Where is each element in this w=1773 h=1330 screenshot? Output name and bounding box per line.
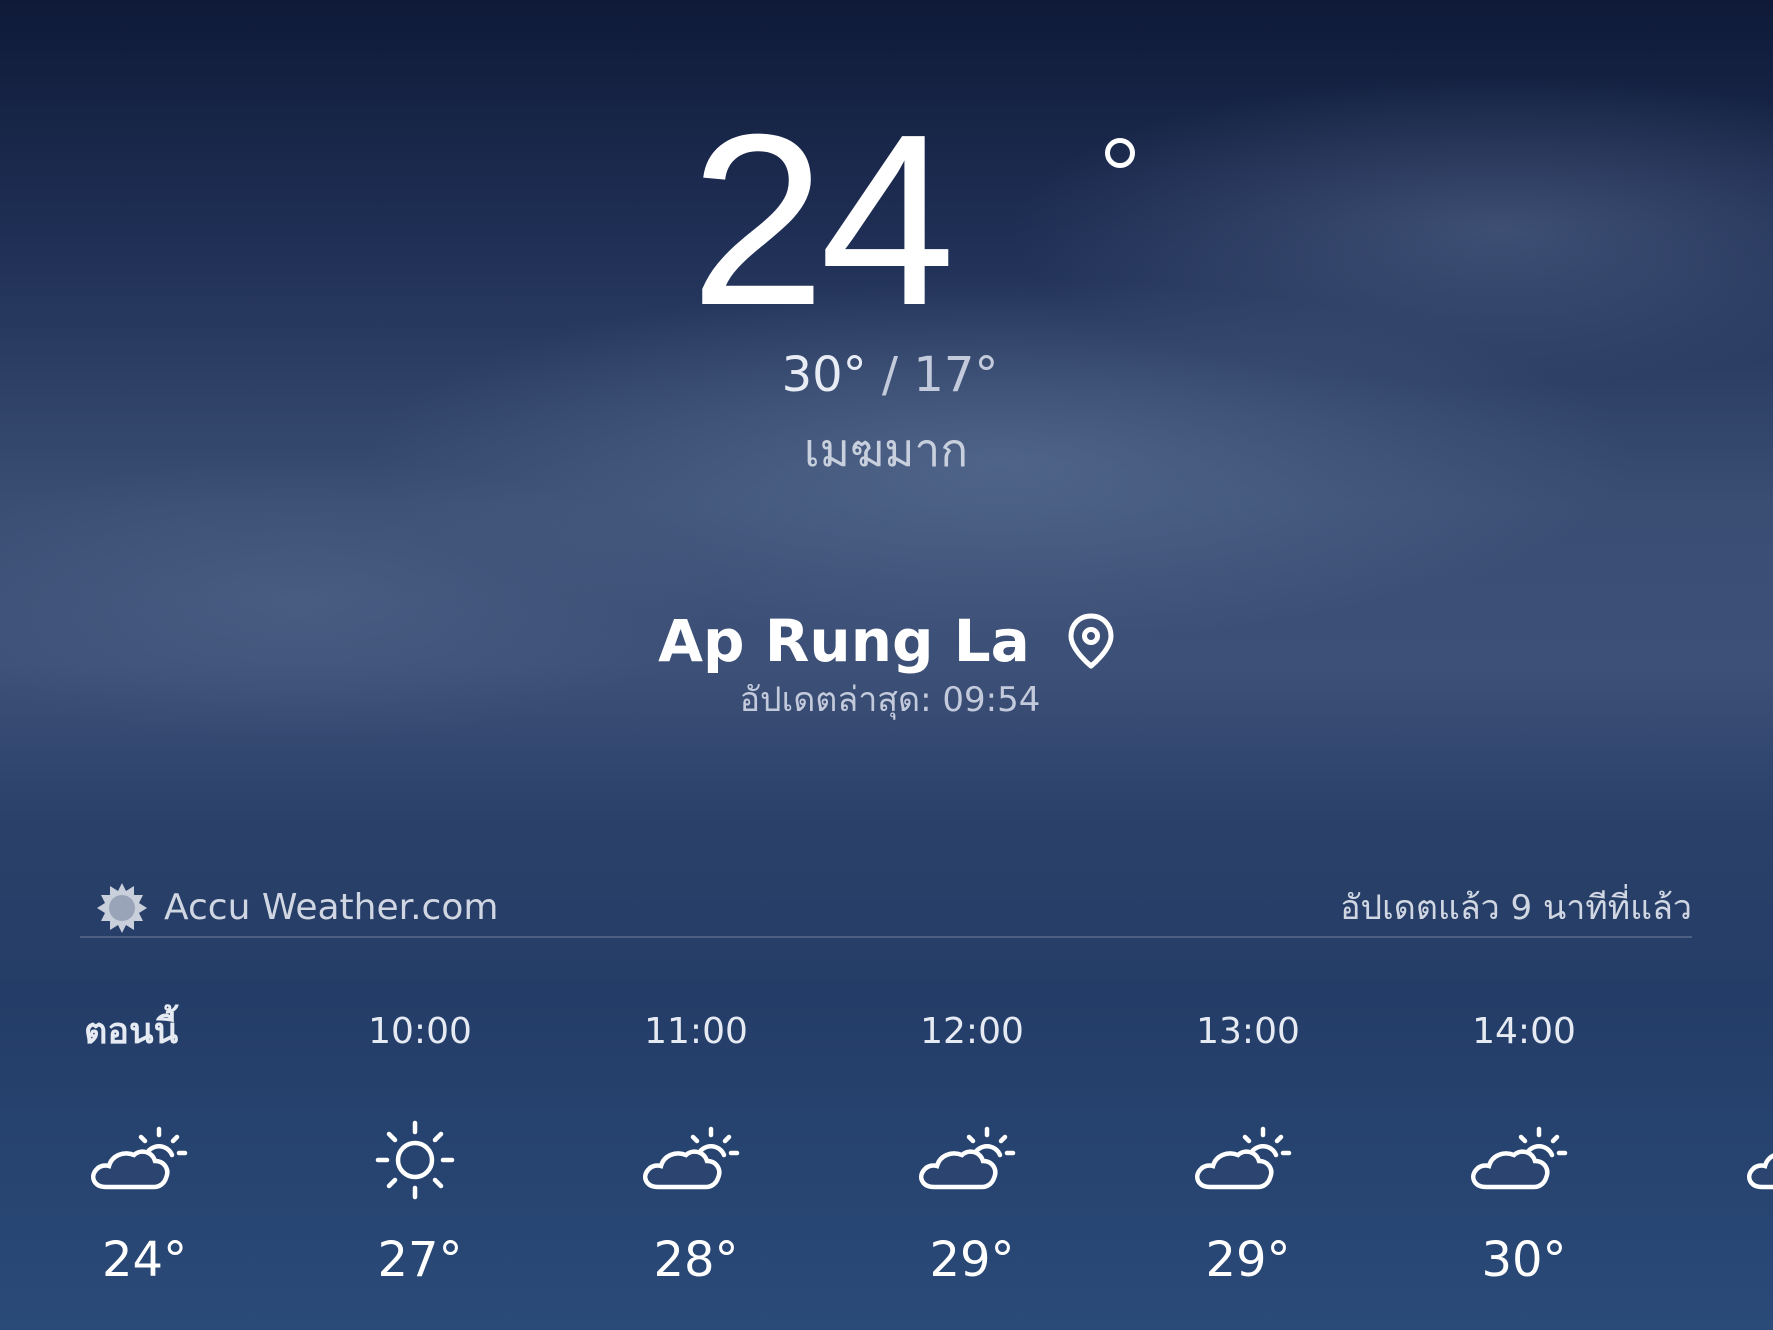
- hour-time: 12:00: [920, 1011, 1024, 1052]
- current-temperature: 24: [690, 83, 955, 356]
- hourly-item: 13:00 29°: [1138, 995, 1358, 1315]
- hour-temperature: 29°: [1205, 1232, 1291, 1288]
- provider-updated-time: อัปเดตแล้ว 9 นาทีที่แล้ว: [1340, 888, 1692, 928]
- hour-time: 11:00: [644, 1011, 748, 1052]
- high-low-temperature: 30° / 17°: [700, 345, 1080, 405]
- hour-temperature: 27°: [377, 1232, 463, 1288]
- provider-link[interactable]: Accu Weather.com: [94, 880, 498, 936]
- location-selector[interactable]: Ap Rung La: [560, 605, 1220, 677]
- hour-time: 13:00: [1196, 1011, 1300, 1052]
- partly-cloudy-icon: [1188, 1115, 1298, 1205]
- last-updated-time: อัปเดตล่าสุด: 09:54: [739, 680, 1041, 720]
- sunny-icon: [360, 1115, 470, 1205]
- weather-condition: เมฆมาก: [803, 423, 969, 477]
- hourly-item: 15 3: [1690, 995, 1773, 1315]
- high-low-separator: /: [881, 347, 899, 403]
- hour-temperature: 3: [1690, 1225, 1773, 1295]
- location-name: Ap Rung La: [658, 607, 1030, 675]
- partly-cloudy-icon: [1464, 1115, 1574, 1205]
- provider-name: Accu Weather.com: [164, 887, 499, 928]
- hourly-item: 10:00 27°: [310, 995, 530, 1315]
- hour-temperature: 28°: [653, 1232, 739, 1288]
- partly-cloudy-icon: [84, 1115, 194, 1205]
- hour-temperature: 24°: [102, 1232, 188, 1288]
- partly-cloudy-icon: [1740, 1115, 1773, 1205]
- hourly-item: 14:00 30°: [1414, 995, 1634, 1315]
- hourly-item: ตอนนี้ 24°: [80, 995, 300, 1315]
- current-weather-panel: 24 30° / 17° เมฆมาก Ap Rung La อัปเดตล่า…: [0, 0, 1773, 740]
- hour-temperature: 29°: [929, 1232, 1015, 1288]
- hourly-item: 11:00 28°: [586, 995, 806, 1315]
- hour-temperature: 30°: [1481, 1232, 1567, 1288]
- provider-bar: Accu Weather.com อัปเดตแล้ว 9 นาทีที่แล้…: [80, 880, 1692, 938]
- high-temperature: 30°: [781, 347, 867, 403]
- degree-symbol-icon: [1105, 138, 1135, 168]
- partly-cloudy-icon: [912, 1115, 1022, 1205]
- location-pin-icon[interactable]: [1060, 610, 1122, 672]
- hour-time: 14:00: [1472, 1011, 1576, 1052]
- hourly-item: 12:00 29°: [862, 995, 1082, 1315]
- hourly-forecast[interactable]: ตอนนี้ 24° 10:00 27° 11:00 28° 12:00 29°…: [0, 995, 1773, 1315]
- hour-time: 15: [1690, 995, 1773, 1069]
- low-temperature: 17°: [913, 347, 999, 403]
- hour-time: 10:00: [368, 1011, 472, 1052]
- sun-badge-icon: [94, 880, 150, 936]
- partly-cloudy-icon: [636, 1115, 746, 1205]
- hour-time: ตอนนี้: [84, 1011, 179, 1052]
